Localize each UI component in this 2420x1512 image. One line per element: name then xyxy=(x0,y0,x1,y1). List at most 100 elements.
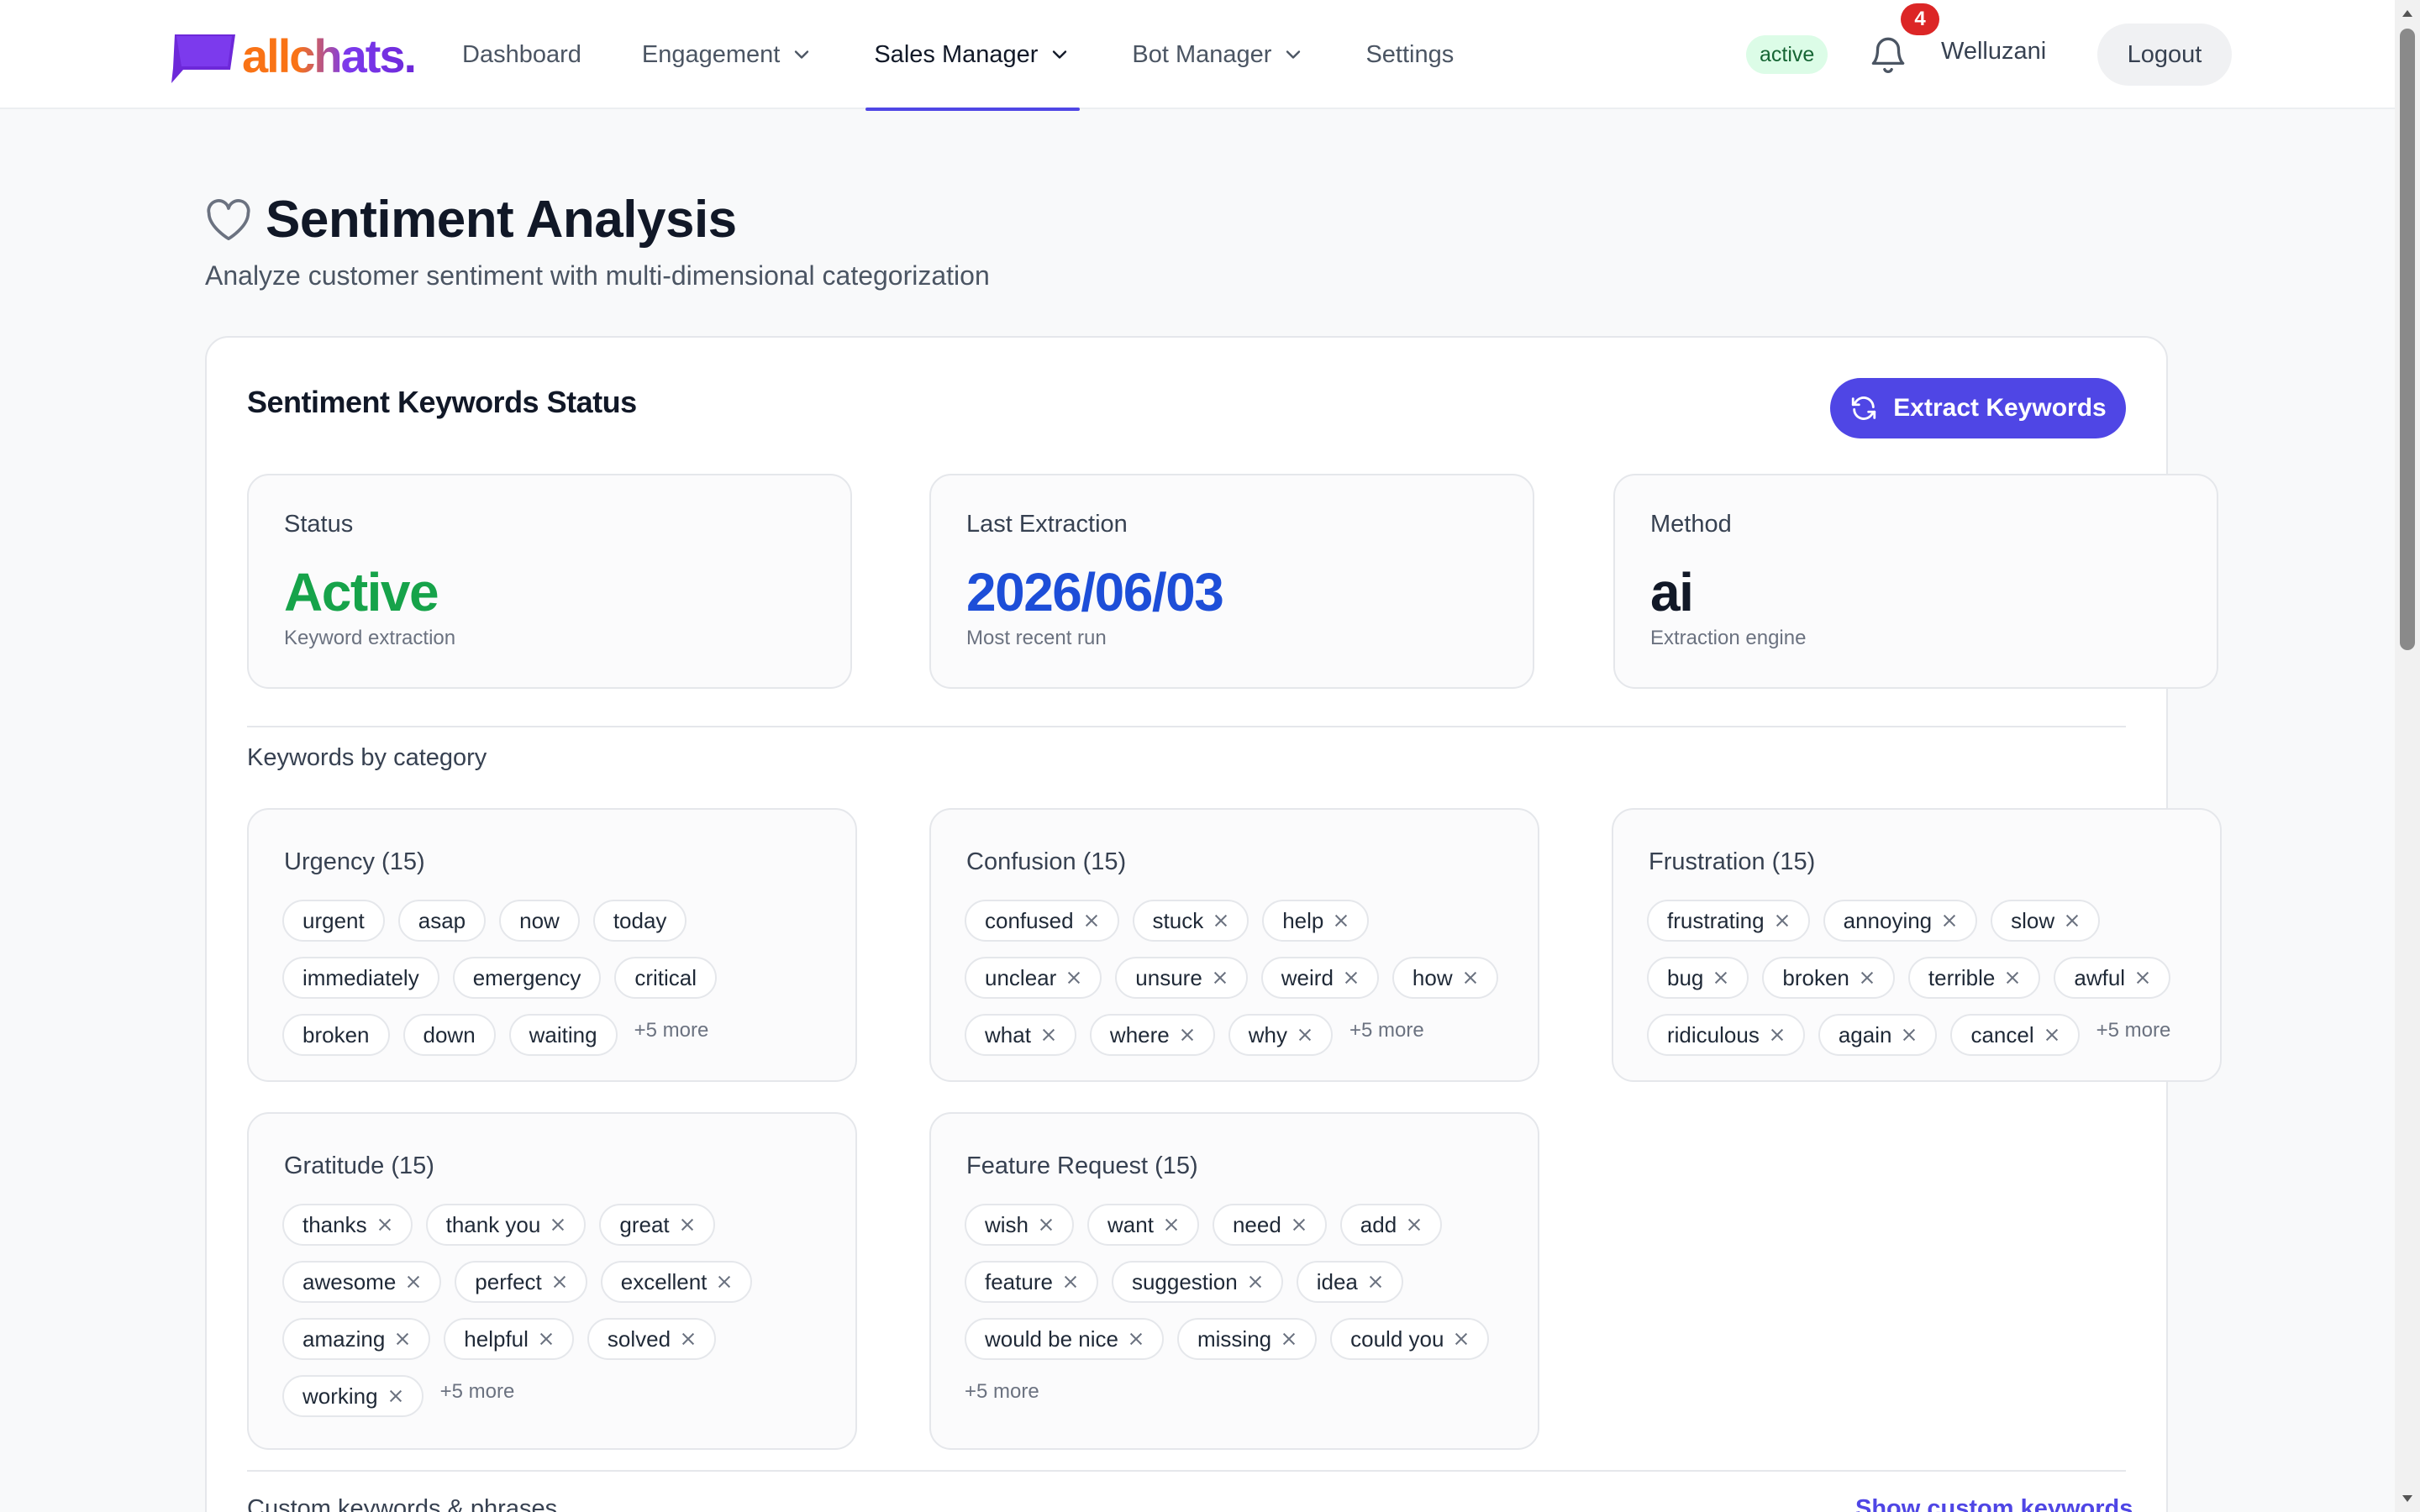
more-keywords-link[interactable]: +5 more xyxy=(965,1380,1039,1404)
keyword-chip[interactable]: thank you xyxy=(425,1204,587,1246)
keyword-chip[interactable]: bug xyxy=(1647,957,1749,999)
logout-button[interactable]: Logout xyxy=(2097,24,2232,86)
keyword-chip[interactable]: again xyxy=(1818,1014,1938,1056)
close-icon[interactable] xyxy=(1066,970,1081,985)
keyword-chip[interactable]: feature xyxy=(965,1261,1098,1303)
close-icon[interactable] xyxy=(1180,1027,1195,1042)
scroll-up-arrow-icon[interactable] xyxy=(2402,10,2412,17)
nav-item-settings[interactable]: Settings xyxy=(1357,0,1462,109)
close-icon[interactable] xyxy=(550,1217,566,1232)
close-icon[interactable] xyxy=(1063,1274,1078,1289)
close-icon[interactable] xyxy=(377,1217,392,1232)
close-icon[interactable] xyxy=(680,1217,695,1232)
keyword-chip[interactable]: want xyxy=(1087,1204,1199,1246)
scroll-thumb[interactable] xyxy=(2400,29,2415,650)
bell-icon[interactable] xyxy=(1867,32,1909,77)
keyword-chip[interactable]: add xyxy=(1339,1204,1443,1246)
keyword-chip[interactable]: missing xyxy=(1177,1318,1318,1360)
more-keywords-link[interactable]: +5 more xyxy=(634,1019,709,1042)
close-icon[interactable] xyxy=(1770,1027,1785,1042)
close-icon[interactable] xyxy=(1344,970,1359,985)
keyword-chip[interactable]: critical xyxy=(614,957,718,999)
keyword-chip[interactable]: help xyxy=(1262,900,1370,942)
close-icon[interactable] xyxy=(1713,970,1728,985)
keyword-chip[interactable]: where xyxy=(1089,1014,1215,1056)
close-icon[interactable] xyxy=(1213,970,1228,985)
keyword-chip[interactable]: frustrating xyxy=(1647,900,1810,942)
keyword-chip[interactable]: unsure xyxy=(1115,957,1248,999)
keyword-chip[interactable]: ridiculous xyxy=(1647,1014,1805,1056)
page-scrollbar[interactable] xyxy=(2395,0,2420,1512)
close-icon[interactable] xyxy=(1039,1217,1054,1232)
keyword-chip[interactable]: how xyxy=(1392,957,1498,999)
close-icon[interactable] xyxy=(552,1274,567,1289)
keyword-chip[interactable]: perfect xyxy=(455,1261,587,1303)
nav-item-bot-manager[interactable]: Bot Manager xyxy=(1123,0,1313,109)
username[interactable]: Welluzani xyxy=(1941,38,2046,66)
extract-keywords-button[interactable]: Extract Keywords xyxy=(1830,378,2126,438)
keyword-chip[interactable]: now xyxy=(499,900,580,942)
keyword-chip[interactable]: need xyxy=(1212,1204,1327,1246)
keyword-chip[interactable]: awesome xyxy=(282,1261,442,1303)
keyword-chip[interactable]: what xyxy=(965,1014,1076,1056)
close-icon[interactable] xyxy=(1128,1331,1144,1347)
keyword-chip[interactable]: weird xyxy=(1260,957,1379,999)
close-icon[interactable] xyxy=(1775,913,1790,928)
keyword-chip[interactable]: solved xyxy=(587,1318,717,1360)
close-icon[interactable] xyxy=(539,1331,554,1347)
more-keywords-link[interactable]: +5 more xyxy=(440,1380,515,1404)
brand-logo[interactable]: allchats. xyxy=(165,29,417,86)
close-icon[interactable] xyxy=(1297,1027,1313,1042)
keyword-chip[interactable]: wish xyxy=(965,1204,1075,1246)
show-custom-keywords-link[interactable]: Show custom keywords xyxy=(1855,1495,2133,1512)
close-icon[interactable] xyxy=(1292,1217,1307,1232)
keyword-chip[interactable]: slow xyxy=(1991,900,2101,942)
keyword-chip[interactable]: immediately xyxy=(282,957,439,999)
close-icon[interactable] xyxy=(1248,1274,1263,1289)
keyword-chip[interactable]: great xyxy=(599,1204,715,1246)
keyword-chip[interactable]: stuck xyxy=(1132,900,1249,942)
keyword-chip[interactable]: working xyxy=(282,1375,424,1417)
more-keywords-link[interactable]: +5 more xyxy=(2096,1019,2171,1042)
close-icon[interactable] xyxy=(1368,1274,1383,1289)
keyword-chip[interactable]: terrible xyxy=(1907,957,2041,999)
nav-item-dashboard[interactable]: Dashboard xyxy=(454,0,590,109)
more-keywords-link[interactable]: +5 more xyxy=(1349,1019,1424,1042)
close-icon[interactable] xyxy=(717,1274,732,1289)
keyword-chip[interactable]: awful xyxy=(2054,957,2171,999)
keyword-chip[interactable]: unclear xyxy=(965,957,1102,999)
keyword-chip[interactable]: broken xyxy=(1762,957,1895,999)
close-icon[interactable] xyxy=(388,1389,403,1404)
close-icon[interactable] xyxy=(2065,913,2080,928)
keyword-chip[interactable]: helpful xyxy=(444,1318,574,1360)
keyword-chip[interactable]: asap xyxy=(397,900,487,942)
close-icon[interactable] xyxy=(1213,913,1228,928)
close-icon[interactable] xyxy=(1281,1331,1297,1347)
close-icon[interactable] xyxy=(395,1331,410,1347)
keyword-chip[interactable]: could you xyxy=(1330,1318,1490,1360)
close-icon[interactable] xyxy=(681,1331,696,1347)
close-icon[interactable] xyxy=(1407,1217,1422,1232)
keyword-chip[interactable]: cancel xyxy=(1950,1014,2080,1056)
keyword-chip[interactable]: suggestion xyxy=(1111,1261,1283,1303)
keyword-chip[interactable]: down xyxy=(402,1014,496,1056)
close-icon[interactable] xyxy=(1902,1027,1917,1042)
close-icon[interactable] xyxy=(1041,1027,1056,1042)
keyword-chip[interactable]: urgent xyxy=(282,900,385,942)
keyword-chip[interactable]: confused xyxy=(965,900,1119,942)
close-icon[interactable] xyxy=(406,1274,421,1289)
close-icon[interactable] xyxy=(1942,913,1957,928)
close-icon[interactable] xyxy=(1334,913,1349,928)
close-icon[interactable] xyxy=(1860,970,1875,985)
close-icon[interactable] xyxy=(1084,913,1099,928)
keyword-chip[interactable]: waiting xyxy=(508,1014,618,1056)
keyword-chip[interactable]: today xyxy=(592,900,687,942)
close-icon[interactable] xyxy=(2005,970,2020,985)
close-icon[interactable] xyxy=(1164,1217,1179,1232)
keyword-chip[interactable]: why xyxy=(1228,1014,1333,1056)
close-icon[interactable] xyxy=(2135,970,2150,985)
keyword-chip[interactable]: broken xyxy=(282,1014,390,1056)
keyword-chip[interactable]: would be nice xyxy=(965,1318,1164,1360)
nav-item-sales-manager[interactable]: Sales Manager xyxy=(865,0,1081,111)
keyword-chip[interactable]: thanks xyxy=(282,1204,413,1246)
